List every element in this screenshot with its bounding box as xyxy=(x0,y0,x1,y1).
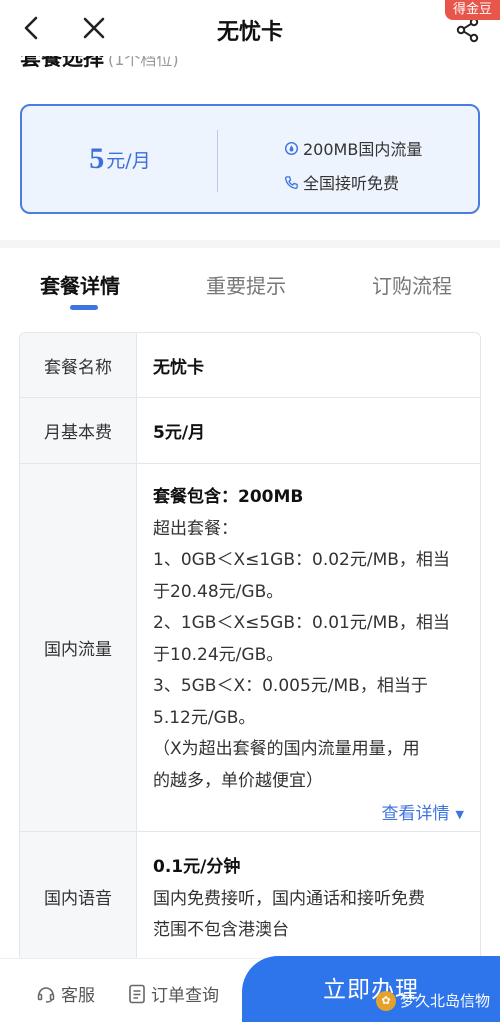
package-price: 5 元/月 xyxy=(22,106,218,212)
order-query-label: 订单查询 xyxy=(151,986,219,1006)
phone-icon xyxy=(285,175,298,189)
table-row: 月基本费 5元/月 xyxy=(20,398,480,464)
data-line: 5.12元/GB。 xyxy=(153,707,256,728)
share-icon xyxy=(456,17,479,43)
data-line: （X为超出套餐的国内流量用量，用 xyxy=(153,739,420,759)
reward-badge[interactable]: 得金豆 xyxy=(444,0,500,20)
section-separator xyxy=(0,240,500,248)
data-line: 2、1GB＜X≤5GB：0.01元/MB，相当 xyxy=(153,613,450,633)
tab-order-process[interactable]: 订购流程 xyxy=(372,270,452,299)
package-details-table: 套餐名称 无忧卡 月基本费 5元/月 国内流量 套餐包含：200MB 超出套餐：… xyxy=(19,332,481,961)
close-button[interactable] xyxy=(74,8,114,48)
card-divider xyxy=(217,130,218,192)
voice-terms: 0.1元/分钟 国内免费接听，国内通话和接听免费 范围不包含港澳台 xyxy=(137,832,480,960)
feature-call: 全国接听免费 xyxy=(284,170,399,194)
detail-tabs: 套餐详情 重要提示 订购流程 xyxy=(0,264,500,314)
table-row-data: 国内流量 套餐包含：200MB 超出套餐： 1、0GB＜X≤1GB：0.02元/… xyxy=(20,464,480,832)
customer-service-button[interactable]: 客服 xyxy=(36,981,95,1006)
voice-line: 国内免费接听，国内通话和接听免费 xyxy=(153,888,425,909)
feature-call-label: 全国接听免费 xyxy=(303,174,400,193)
price-amount: 5 xyxy=(89,142,105,175)
data-line: 3、5GB＜X：0.005元/MB，相当于 xyxy=(153,676,428,696)
data-drop-icon xyxy=(284,141,299,155)
watermark: ✿ 梦久北岛信物 xyxy=(375,990,490,1011)
document-icon xyxy=(129,984,145,1003)
row-label: 国内语音 xyxy=(20,832,137,960)
watermark-logo-icon: ✿ xyxy=(375,990,396,1011)
feature-data-label: 200MB国内流量 xyxy=(303,140,423,159)
row-value: 无忧卡 xyxy=(153,357,204,378)
row-label: 国内流量 xyxy=(20,464,137,831)
data-line: 超出套餐： xyxy=(153,518,238,539)
caret-down-icon: ▼ xyxy=(455,808,464,821)
voice-line: 范围不包含港澳台 xyxy=(153,920,289,940)
table-row-voice: 国内语音 0.1元/分钟 国内免费接听，国内通话和接听免费 范围不包含港澳台 xyxy=(20,832,480,960)
data-line: 的越多，单价越便宜） xyxy=(153,770,323,791)
data-line: 于10.24元/GB。 xyxy=(153,644,284,665)
tab-important-notes[interactable]: 重要提示 xyxy=(206,270,286,299)
data-line: 1、0GB＜X≤1GB：0.02元/MB，相当 xyxy=(153,550,450,570)
close-icon xyxy=(83,17,105,39)
data-line: 于20.48元/GB。 xyxy=(153,581,284,602)
data-terms: 套餐包含：200MB 超出套餐： 1、0GB＜X≤1GB：0.02元/MB，相当… xyxy=(137,464,480,831)
tab-package-details[interactable]: 套餐详情 xyxy=(40,270,120,299)
price-unit: 元/月 xyxy=(106,149,151,172)
apply-now-button[interactable]: 立即办理 xyxy=(242,956,500,1022)
voice-line: 0.1元/分钟 xyxy=(153,857,241,877)
headset-icon xyxy=(37,986,55,1003)
watermark-text: 梦久北岛信物 xyxy=(399,992,490,1010)
back-button[interactable] xyxy=(12,8,52,48)
table-row: 套餐名称 无忧卡 xyxy=(20,333,480,398)
order-query-button[interactable]: 订单查询 xyxy=(128,981,219,1006)
chevron-left-icon xyxy=(24,16,38,40)
view-details-label: 查看详情 xyxy=(381,804,450,824)
active-tab-indicator xyxy=(70,305,98,310)
package-option-card[interactable]: 5 元/月 200MB国内流量 全国接听免费 xyxy=(20,104,480,214)
data-line: 套餐包含：200MB xyxy=(153,487,304,507)
row-label: 套餐名称 xyxy=(20,333,137,397)
view-details-link[interactable]: 查看详情 ▼ xyxy=(382,799,464,831)
top-nav-bar: 无忧卡 得金豆 xyxy=(0,0,500,56)
feature-data: 200MB国内流量 xyxy=(284,136,422,160)
row-label: 月基本费 xyxy=(20,398,137,463)
customer-service-label: 客服 xyxy=(61,986,95,1006)
row-value: 5元/月 xyxy=(153,423,206,443)
